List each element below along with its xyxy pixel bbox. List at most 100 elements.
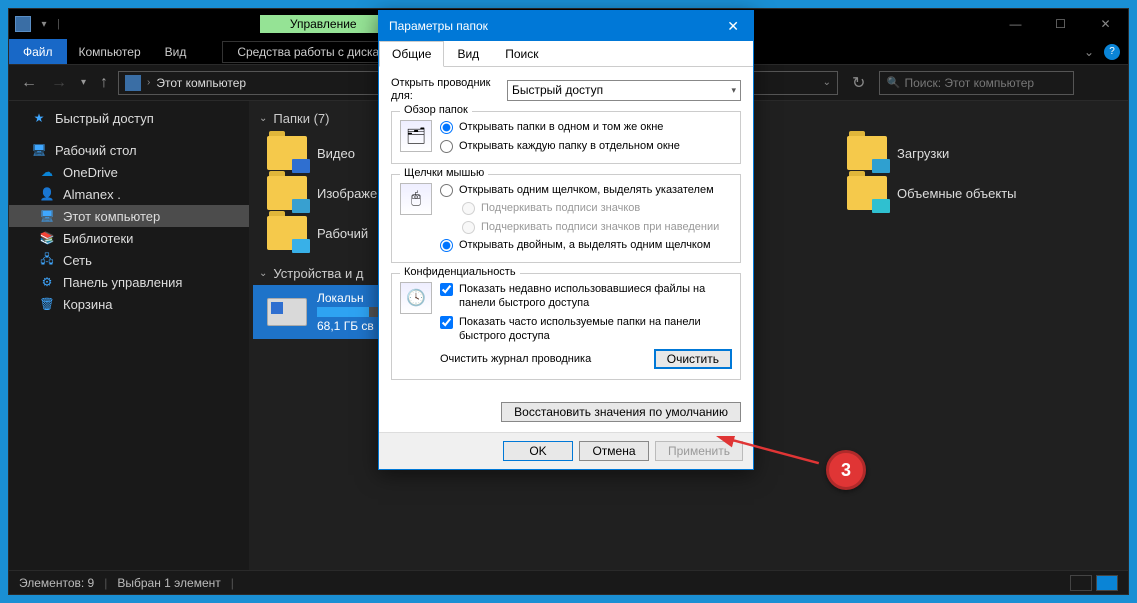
radio-double-click[interactable]: Открывать двойным, а выделять одним щелч…: [440, 238, 732, 252]
desktop-icon: 🖥: [31, 142, 47, 158]
check-label: Показать недавно использовавшиеся файлы …: [459, 282, 732, 311]
sidebar-onedrive[interactable]: ☁OneDrive: [9, 161, 249, 183]
navigation-pane: ★Быстрый доступ 🖥Рабочий стол ☁OneDrive …: [9, 101, 249, 570]
dialog-tabs: Общие Вид Поиск: [379, 41, 753, 67]
radio-single-click[interactable]: Открывать одним щелчком, выделять указат…: [440, 183, 732, 197]
annotation-badge: 3: [826, 450, 866, 490]
folder-icon: [267, 216, 307, 250]
folder-icon: [267, 176, 307, 210]
ribbon-right: ⌄ ?: [1084, 44, 1128, 60]
network-icon: 🖧: [39, 252, 55, 268]
open-explorer-label: Открыть проводник для:: [391, 77, 499, 103]
chevron-down-icon: ▾: [731, 85, 736, 96]
folder-icon: [847, 136, 887, 170]
legend: Обзор папок: [400, 104, 472, 116]
radio-input[interactable]: [440, 239, 453, 252]
browse-folders-group: Обзор папок 🗂 Открывать папки в одном и …: [391, 111, 741, 164]
tab-search[interactable]: Поиск: [492, 41, 551, 66]
label: Библиотеки: [63, 231, 133, 246]
search-input[interactable]: Поиск: Этот компьютер: [879, 71, 1074, 95]
chevron-right-icon[interactable]: ›: [147, 77, 150, 88]
click-items-icon: 🖱: [400, 183, 432, 215]
privacy-icon: 🕓: [400, 282, 432, 314]
control-panel-icon: ⚙: [39, 274, 55, 290]
radio-input[interactable]: [440, 121, 453, 134]
check-frequent-folders[interactable]: Показать часто используемые папки на пан…: [440, 315, 732, 344]
checkbox-input[interactable]: [440, 283, 453, 296]
checkbox-input[interactable]: [440, 316, 453, 329]
sidebar-quick-access[interactable]: ★Быстрый доступ: [9, 107, 249, 129]
clear-history-row: Очистить журнал проводника Очистить: [400, 349, 732, 369]
sidebar-libraries[interactable]: 📚 Библиотеки: [9, 227, 249, 249]
tab-general[interactable]: Общие: [379, 41, 444, 67]
nav-back-button[interactable]: ←: [17, 74, 41, 92]
view-tiles-button[interactable]: [1096, 575, 1118, 591]
sidebar-control-panel[interactable]: ⚙ Панель управления: [9, 271, 249, 293]
open-explorer-row: Открыть проводник для: Быстрый доступ ▾: [391, 77, 741, 103]
folder-label: Объемные объекты: [897, 186, 1017, 201]
radio-input[interactable]: [440, 184, 453, 197]
sidebar-this-pc[interactable]: 🖥Этот компьютер: [9, 205, 249, 227]
click-items-group: Щелчки мышью 🖱 Открывать одним щелчком, …: [391, 174, 741, 263]
status-selection: Выбран 1 элемент: [117, 576, 220, 590]
qat-dropdown-icon[interactable]: ▾: [37, 17, 51, 31]
view-switcher: [1070, 575, 1118, 591]
radio-same-window[interactable]: Открывать папки в одном и том же окне: [440, 120, 732, 134]
open-explorer-select[interactable]: Быстрый доступ ▾: [507, 80, 741, 101]
breadcrumb-dropdown-icon[interactable]: ⌄: [823, 77, 831, 88]
radio-input[interactable]: [440, 140, 453, 153]
folder-label: Видео: [317, 146, 355, 161]
window-controls: — ☐ ✕: [993, 9, 1128, 39]
select-value: Быстрый доступ: [512, 83, 603, 97]
label: Панель управления: [63, 275, 182, 290]
group-label: Папки (7): [273, 111, 329, 126]
check-recent-files[interactable]: Показать недавно использовавшиеся файлы …: [440, 282, 732, 311]
ok-button[interactable]: OK: [503, 441, 573, 461]
nav-up-button[interactable]: ↑: [96, 74, 112, 92]
apply-button[interactable]: Применить: [655, 441, 743, 461]
folder-3d-objects[interactable]: Объемные объекты: [847, 176, 1017, 210]
maximize-button[interactable]: ☐: [1038, 9, 1083, 39]
star-icon: ★: [31, 110, 47, 126]
close-button[interactable]: ✕: [1083, 9, 1128, 39]
radio-new-window[interactable]: Открывать каждую папку в отдельном окне: [440, 139, 732, 153]
quick-access-toolbar: ▾ |: [9, 16, 60, 32]
separator: |: [104, 576, 107, 590]
computer-tab[interactable]: Компьютер: [67, 39, 153, 64]
chevron-down-icon: ⌄: [259, 113, 267, 124]
breadcrumb-location[interactable]: Этот компьютер: [156, 76, 246, 90]
folder-downloads[interactable]: Загрузки: [847, 136, 1017, 170]
folder-icon: [267, 136, 307, 170]
dialog-titlebar[interactable]: Параметры папок ✕: [379, 11, 753, 41]
folder-label: Загрузки: [897, 146, 949, 161]
sidebar-user[interactable]: 👤Almanex .: [9, 183, 249, 205]
file-tab[interactable]: Файл: [9, 39, 67, 64]
sidebar-desktop[interactable]: 🖥Рабочий стол: [9, 139, 249, 161]
dialog-close-button[interactable]: ✕: [723, 18, 743, 35]
chevron-down-icon: ⌄: [259, 268, 267, 279]
restore-defaults-button[interactable]: Восстановить значения по умолчанию: [501, 402, 741, 422]
radio-label: Открывать папки в одном и том же окне: [459, 120, 663, 134]
radio-underline-hover: Подчеркивать подписи значков при наведен…: [462, 220, 732, 234]
sidebar-recycle-bin[interactable]: 🗑Корзина: [9, 293, 249, 315]
label: Сеть: [63, 253, 92, 268]
clear-history-button[interactable]: Очистить: [654, 349, 732, 369]
refresh-button[interactable]: ↻: [844, 73, 873, 93]
folder-label: Изображе: [317, 186, 377, 201]
minimize-button[interactable]: —: [993, 9, 1038, 39]
ribbon-expand-icon[interactable]: ⌄: [1084, 45, 1094, 59]
nav-forward-button[interactable]: →: [47, 74, 71, 92]
pc-icon: 🖥: [39, 208, 55, 224]
help-icon[interactable]: ?: [1104, 44, 1120, 60]
view-details-button[interactable]: [1070, 575, 1092, 591]
libraries-icon: 📚: [39, 230, 55, 246]
cancel-button[interactable]: Отмена: [579, 441, 649, 461]
tab-view[interactable]: Вид: [444, 41, 492, 66]
dialog-actions: OK Отмена Применить: [379, 432, 753, 469]
view-tab[interactable]: Вид: [153, 39, 199, 64]
sidebar-network[interactable]: 🖧 Сеть: [9, 249, 249, 271]
contextual-tab-manage[interactable]: Управление: [260, 15, 387, 33]
nav-history-dropdown[interactable]: ▾: [77, 77, 90, 88]
radio-label: Подчеркивать подписи значков: [481, 201, 640, 215]
radio-label: Подчеркивать подписи значков при наведен…: [481, 220, 719, 234]
